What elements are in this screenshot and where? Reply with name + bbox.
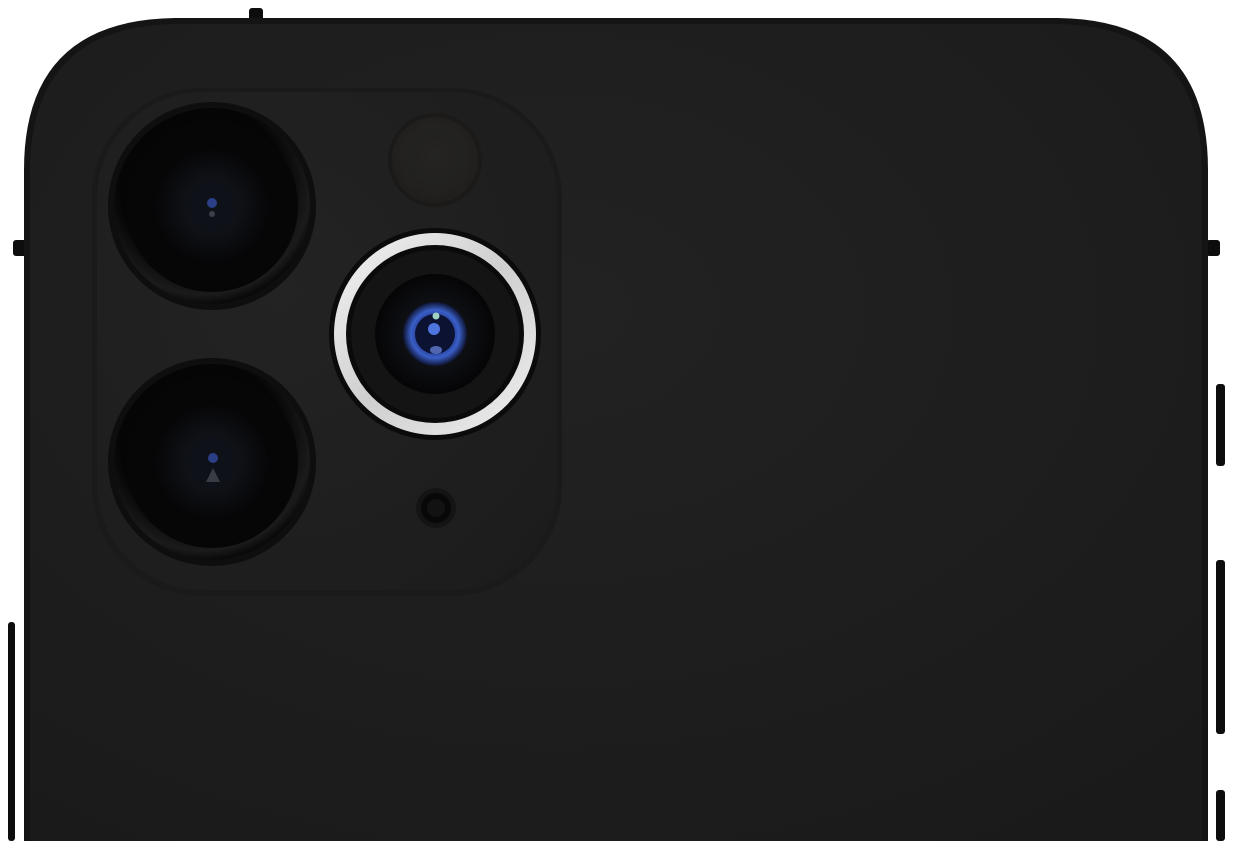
action-button — [8, 622, 15, 841]
microphone-icon — [416, 488, 456, 528]
camera-lens-icon — [108, 102, 316, 310]
camera-lens-icon — [108, 358, 316, 566]
right-edge-notch — [1206, 240, 1220, 256]
camera-lens-icon — [329, 228, 541, 440]
flash-icon — [388, 113, 482, 207]
volume-up-button — [1216, 384, 1225, 466]
phone-back-scene — [0, 0, 1233, 841]
volume-down-button — [1216, 560, 1225, 734]
side-button — [1216, 790, 1225, 841]
